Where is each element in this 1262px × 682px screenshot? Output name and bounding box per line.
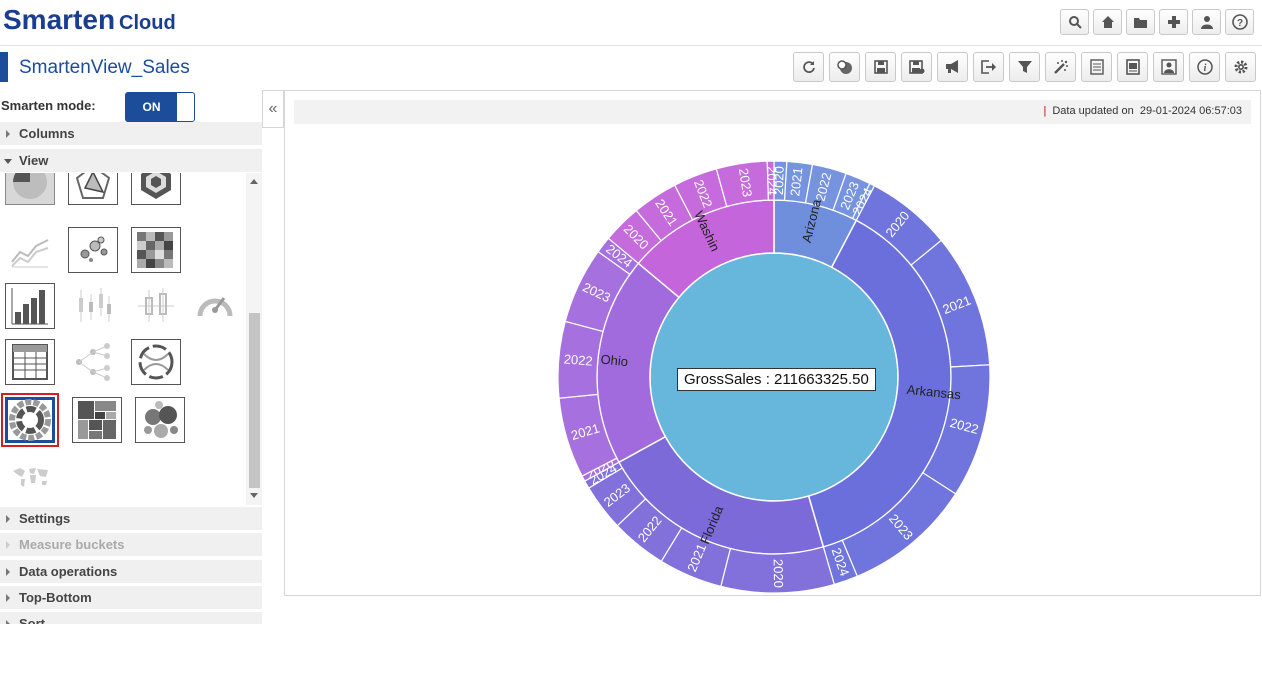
table-chart-icon[interactable] xyxy=(5,339,55,385)
pie-chart-icon[interactable] xyxy=(5,173,55,205)
polar-chart-icon[interactable] xyxy=(131,173,181,205)
section-measure-buckets: Measure buckets xyxy=(0,533,262,557)
section-label: View xyxy=(19,153,49,168)
section-sort[interactable]: Sort xyxy=(0,612,262,624)
caret-right-icon xyxy=(6,541,10,549)
candlestick-chart-icon[interactable] xyxy=(68,283,118,329)
sunburst-chart-icon[interactable] xyxy=(1,393,59,447)
announce-icon[interactable] xyxy=(937,52,968,82)
smarten-mode-row: Smarten mode: ON xyxy=(0,90,262,122)
section-label: Settings xyxy=(19,511,71,526)
svg-text:?: ? xyxy=(1236,18,1242,29)
chart-panel: | Data updated on 29-01-2024 06:57:03 202… xyxy=(284,90,1261,596)
chord-chart-icon[interactable] xyxy=(131,339,181,385)
gallery-scrollbar[interactable] xyxy=(246,173,262,505)
search-icon[interactable] xyxy=(1060,9,1089,35)
chart-type-gallery xyxy=(0,173,246,505)
section-label: Top-Bottom xyxy=(19,590,92,605)
sunburst-year-label: 2024 xyxy=(764,166,779,195)
section-view[interactable]: View xyxy=(0,149,262,173)
settings-icon[interactable] xyxy=(1225,52,1256,82)
scrollbar-thumb[interactable] xyxy=(249,313,260,488)
bar-chart-icon[interactable] xyxy=(5,283,55,329)
info-icon[interactable]: i xyxy=(1189,52,1220,82)
tree-chart-icon[interactable] xyxy=(68,339,118,385)
chart-tooltip: GrossSales : 211663325.50 xyxy=(677,368,876,391)
radar-chart-icon[interactable] xyxy=(68,173,118,205)
magic-icon[interactable] xyxy=(1045,52,1076,82)
refresh-icon[interactable] xyxy=(793,52,824,82)
smarten-mode-label: Smarten mode: xyxy=(1,98,96,113)
image-icon[interactable] xyxy=(1153,52,1184,82)
smarten-logo[interactable]: Smarten Cloud xyxy=(3,4,176,36)
plus-icon[interactable] xyxy=(1159,9,1188,35)
smarten-mode-toggle[interactable]: ON xyxy=(125,92,195,122)
svg-text:i: i xyxy=(1203,63,1206,74)
caret-right-icon xyxy=(6,620,10,624)
view-title-bar: SmartenView_Sales i xyxy=(0,52,1262,84)
collapse-panel-button[interactable]: « xyxy=(262,90,284,128)
section-top-bottom[interactable]: Top-Bottom xyxy=(0,586,262,610)
boxplot-chart-icon[interactable] xyxy=(131,283,181,329)
print-icon[interactable] xyxy=(1117,52,1148,82)
caret-down-icon xyxy=(4,159,12,164)
filter-icon[interactable] xyxy=(1009,52,1040,82)
heatmap-chart-icon[interactable] xyxy=(131,227,181,273)
packed-bubble-chart-icon[interactable] xyxy=(135,397,185,443)
view-toolbar: i xyxy=(793,52,1256,82)
scroll-up-icon[interactable] xyxy=(250,179,258,184)
double-chevron-left-icon: « xyxy=(268,100,278,117)
toggle-on-label: ON xyxy=(126,93,177,121)
logo-sub: Cloud xyxy=(119,12,176,34)
area-line-chart-icon[interactable] xyxy=(5,227,55,273)
folder-icon[interactable] xyxy=(1126,9,1155,35)
caret-right-icon xyxy=(6,515,10,523)
sunburst-chart[interactable]: 2020 2021 2022 20232024Arizona 2020202120222… xyxy=(285,91,1260,595)
save-icon[interactable] xyxy=(865,52,896,82)
caret-right-icon xyxy=(6,568,10,576)
user-icon[interactable] xyxy=(1192,9,1221,35)
scroll-down-icon[interactable] xyxy=(250,493,258,498)
section-data-operations[interactable]: Data operations xyxy=(0,560,262,584)
section-label: Sort xyxy=(19,616,45,624)
bubble-chart-icon[interactable] xyxy=(68,227,118,273)
report-icon[interactable] xyxy=(1081,52,1112,82)
world-map-icon[interactable] xyxy=(5,455,55,501)
sunburst-year-label: 2022 xyxy=(563,351,593,368)
treemap-chart-icon[interactable] xyxy=(72,397,122,443)
caret-right-icon xyxy=(6,130,10,138)
save-as-icon[interactable] xyxy=(901,52,932,82)
section-label: Measure buckets xyxy=(19,537,125,552)
globe-icon[interactable] xyxy=(829,52,860,82)
section-settings[interactable]: Settings xyxy=(0,507,262,531)
help-icon[interactable]: ? xyxy=(1225,9,1254,35)
section-label: Columns xyxy=(19,126,75,141)
export-icon[interactable] xyxy=(973,52,1004,82)
section-label: Data operations xyxy=(19,564,118,579)
header-icon-bar: ? xyxy=(1060,9,1254,35)
page-title: SmartenView_Sales xyxy=(19,57,190,78)
title-accent xyxy=(0,52,8,82)
sunburst-state-label: Ohio xyxy=(600,352,629,370)
caret-right-icon xyxy=(6,594,10,602)
sunburst-year-label: 2020 xyxy=(771,559,786,588)
home-icon[interactable] xyxy=(1093,9,1122,35)
gauge-chart-icon[interactable] xyxy=(190,283,240,329)
left-panel: Smarten mode: ON Columns View Settings M… xyxy=(0,88,262,624)
section-columns[interactable]: Columns xyxy=(0,122,262,146)
app-header: Smarten Cloud ? xyxy=(0,0,1262,46)
logo-main: Smarten xyxy=(3,4,116,35)
